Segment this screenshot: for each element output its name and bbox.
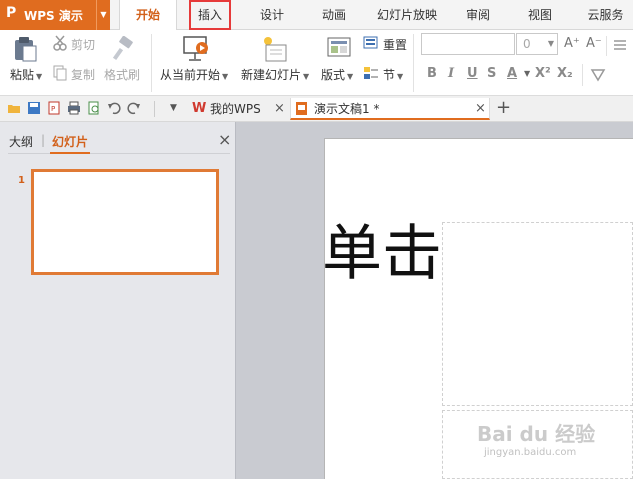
ribbon-toolbar: 粘贴 ▼ 剪切 复制 格式刷 从当前开始 ▼ 新建幻灯片 ▼ 版式 ▼ 重置 节… — [0, 30, 633, 96]
format-painter-button[interactable]: 格式刷 — [104, 66, 140, 83]
close-icon[interactable]: × — [274, 98, 285, 120]
doc-tab-label: 演示文稿1 * — [314, 102, 380, 116]
print-preview-icon[interactable] — [87, 101, 101, 115]
redo-icon[interactable] — [127, 101, 141, 115]
ribbon-divider — [582, 64, 583, 86]
bold-button[interactable]: B — [427, 66, 437, 81]
tab-slideshow[interactable]: 幻灯片放映 — [370, 0, 444, 30]
paste-icon[interactable] — [12, 36, 38, 62]
export-pdf-icon[interactable]: P — [47, 101, 61, 115]
copy-icon — [53, 65, 67, 81]
scissors-icon — [53, 35, 67, 51]
section-icon — [364, 67, 378, 79]
presentation-file-icon — [296, 102, 307, 115]
ribbon-divider — [413, 34, 414, 92]
layout-button[interactable]: 版式 ▼ — [321, 66, 353, 83]
toolbar-divider — [154, 101, 155, 117]
reset-icon — [363, 36, 378, 49]
text-direction-icon[interactable] — [590, 68, 606, 82]
tab-separator: | — [41, 133, 46, 147]
chevron-down-icon: ▼ — [222, 72, 229, 81]
font-color-button[interactable]: A — [507, 66, 517, 81]
menu-bar: P WPS 演示 ▼ 开始 插入 设计 动画 幻灯片放映 审阅 视图 云服务 — [0, 0, 633, 31]
save-icon[interactable] — [27, 101, 41, 115]
doc-tab-presentation[interactable]: 演示文稿1 * × — [290, 98, 490, 120]
chevron-down-icon: ▼ — [347, 72, 354, 81]
tab-slides[interactable]: 幻灯片 — [52, 133, 88, 150]
paste-label: 粘贴 — [10, 68, 35, 82]
customize-toolbar-icon[interactable]: ▼ — [170, 103, 177, 113]
close-icon[interactable]: × — [475, 98, 486, 120]
title-placeholder[interactable] — [442, 222, 633, 406]
ribbon-divider — [606, 36, 607, 56]
tab-insert[interactable]: 插入 — [189, 0, 231, 30]
tab-cloud-service[interactable]: 云服务 — [578, 0, 633, 30]
font-size-select[interactable]: 0 ▼ — [516, 33, 558, 55]
from-current-label: 从当前开始 — [160, 68, 221, 82]
app-title: WPS 演示 — [24, 9, 83, 23]
app-menu-button[interactable]: P WPS 演示 ▼ — [0, 0, 110, 30]
title-placeholder-text: 单击 — [322, 219, 442, 289]
new-slide-label: 新建幻灯片 — [241, 68, 302, 82]
copy-button[interactable]: 复制 — [71, 66, 95, 83]
tab-review[interactable]: 审阅 — [456, 0, 500, 30]
baidu-watermark: Bai du 经验 — [477, 422, 596, 446]
chevron-down-icon: ▼ — [397, 72, 404, 81]
slide-navigation-panel: 大纲 | 幻灯片 × 1 — [0, 122, 236, 479]
italic-button[interactable]: I — [448, 66, 454, 81]
layout-label: 版式 — [321, 68, 346, 82]
wps-logo-icon: P — [6, 5, 17, 21]
tab-outline[interactable]: 大纲 — [9, 133, 33, 150]
slideshow-play-icon[interactable] — [182, 35, 210, 63]
open-folder-icon[interactable] — [7, 101, 21, 115]
paste-button[interactable]: 粘贴 ▼ — [10, 66, 42, 83]
active-tab-indicator — [50, 152, 90, 154]
tab-design[interactable]: 设计 — [250, 0, 294, 30]
wps-logo-icon: W — [192, 101, 207, 116]
new-tab-icon[interactable]: + — [496, 97, 511, 118]
section-button[interactable]: 节 ▼ — [383, 66, 403, 83]
tab-home[interactable]: 开始 — [119, 0, 177, 31]
close-icon[interactable]: × — [218, 130, 231, 149]
doc-tab-my-wps[interactable]: W 我的WPS × — [186, 98, 290, 120]
svg-text:P: P — [51, 105, 55, 113]
panel-divider — [8, 153, 230, 154]
reset-button[interactable]: 重置 — [383, 36, 407, 53]
new-slide-icon[interactable] — [262, 35, 290, 63]
chevron-down-icon: ▼ — [547, 39, 554, 48]
font-size-value: 0 — [523, 37, 531, 51]
tab-view[interactable]: 视图 — [518, 0, 562, 30]
format-painter-icon[interactable] — [110, 36, 136, 62]
shrink-font-button[interactable]: A⁻ — [586, 36, 602, 51]
subscript-button[interactable]: X₂ — [557, 66, 573, 81]
ribbon-divider — [151, 34, 152, 92]
section-label: 节 — [383, 68, 396, 82]
clear-format-icon[interactable] — [612, 38, 628, 52]
chevron-down-icon: ▼ — [303, 72, 310, 81]
layout-icon[interactable] — [326, 35, 352, 61]
new-slide-button[interactable]: 新建幻灯片 ▼ — [241, 66, 309, 83]
from-current-button[interactable]: 从当前开始 ▼ — [160, 66, 228, 83]
font-name-select[interactable] — [421, 33, 515, 55]
slide-thumbnail[interactable] — [31, 169, 219, 275]
quick-access-bar: P ▼ W 我的WPS × 演示文稿1 * × + — [0, 96, 633, 122]
strikethrough-button[interactable]: S — [487, 66, 496, 81]
undo-icon[interactable] — [107, 101, 121, 115]
doc-tab-label: 我的WPS — [210, 102, 261, 116]
chevron-down-icon[interactable]: ▼ — [524, 69, 530, 78]
cut-button[interactable]: 剪切 — [71, 36, 95, 53]
grow-font-button[interactable]: A⁺ — [564, 36, 580, 51]
underline-button[interactable]: U — [467, 66, 478, 81]
slide-number: 1 — [18, 175, 25, 186]
baidu-watermark-url: jingyan.baidu.com — [484, 447, 577, 458]
print-icon[interactable] — [67, 101, 81, 115]
superscript-button[interactable]: X² — [535, 66, 551, 81]
chevron-down-icon: ▼ — [36, 72, 43, 81]
tab-animation[interactable]: 动画 — [312, 0, 356, 30]
chevron-down-icon[interactable]: ▼ — [96, 0, 110, 30]
